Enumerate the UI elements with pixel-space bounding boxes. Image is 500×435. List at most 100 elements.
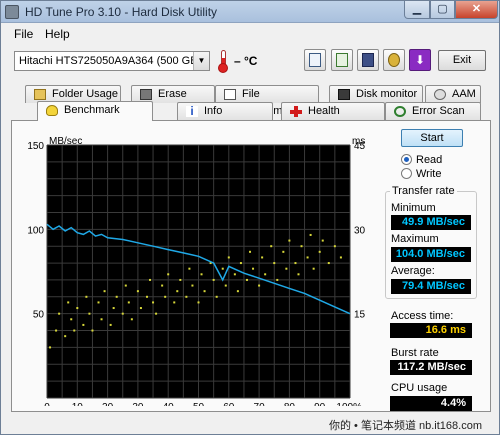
tab-info[interactable]: i Info [177, 102, 273, 120]
access-time-point [55, 329, 58, 332]
y-tick-left-label: 100 [27, 225, 44, 236]
tab-benchmark[interactable]: Benchmark [37, 101, 153, 121]
access-time-point [185, 295, 188, 298]
minimize-button[interactable]: ▁ [404, 1, 430, 19]
exit-button[interactable]: Exit [438, 50, 486, 71]
average-label: Average: [391, 265, 435, 277]
tab-file-benchmark[interactable]: File Benchmark [215, 85, 319, 117]
access-time-point [115, 295, 118, 298]
x-tick-label: 50 [193, 402, 205, 406]
access-time-point [152, 301, 155, 304]
access-time-point [312, 267, 315, 270]
x-tick-label: 70 [254, 402, 266, 406]
access-time-point [300, 245, 303, 248]
access-time-point [236, 290, 239, 293]
access-time-point [73, 329, 76, 332]
cpu-usage-label: CPU usage [391, 382, 448, 394]
access-time-point [270, 245, 273, 248]
access-time-point [261, 256, 264, 259]
access-time-point [282, 250, 285, 253]
options-button[interactable] [383, 49, 405, 71]
access-time-point [109, 323, 112, 326]
access-time-point [258, 284, 261, 287]
access-time-point [97, 301, 100, 304]
close-button[interactable]: ✕ [455, 1, 498, 19]
access-time-point [127, 301, 130, 304]
drive-select[interactable]: Hitachi HTS725050A9A364 (500 GB) ▼ [14, 51, 210, 71]
copy-info-button[interactable] [304, 49, 326, 71]
access-time-point [191, 284, 194, 287]
save-button[interactable] [357, 49, 379, 71]
access-time-point [173, 301, 176, 304]
chevron-down-icon[interactable]: ▼ [193, 52, 209, 70]
document-copy-icon [309, 53, 321, 67]
tab-label: Disk monitor [356, 88, 418, 100]
access-time-point [179, 278, 182, 281]
access-time-point [203, 290, 206, 293]
access-time-point [64, 335, 67, 338]
minimum-label: Minimum [391, 202, 436, 214]
y-tick-left-label: 150 [27, 141, 44, 152]
transfer-rate-group: Transfer rate Minimum 49.9 MB/sec Maximu… [385, 185, 477, 299]
read-radio[interactable]: Read [401, 154, 442, 166]
x-tick-label: 90 [314, 402, 326, 406]
access-time-point [112, 307, 115, 310]
window-title: HD Tune Pro 3.10 - Hard Disk Utility [25, 5, 218, 19]
access-time-point [215, 295, 218, 298]
tab-aam[interactable]: AAM [425, 85, 481, 103]
access-time-point [200, 273, 203, 276]
app-icon [5, 5, 19, 19]
access-time-point [121, 312, 124, 315]
floppy-disk-icon [362, 53, 374, 67]
access-time-point [130, 318, 133, 321]
trash-icon [140, 89, 152, 100]
tab-health[interactable]: Health [281, 102, 385, 120]
x-tick-label: 40 [163, 402, 175, 406]
tab-error-scan[interactable]: Error Scan [385, 102, 481, 120]
access-time-point [164, 295, 167, 298]
access-time-point [224, 284, 227, 287]
menu-help[interactable]: Help [45, 27, 70, 41]
access-time-point [88, 312, 91, 315]
write-label: Write [416, 168, 442, 180]
access-time-point [252, 267, 255, 270]
folder-icon [34, 89, 46, 100]
start-button[interactable]: Start [401, 129, 463, 147]
copy-text-button[interactable] [331, 49, 353, 71]
read-label: Read [416, 154, 443, 166]
access-time-point [318, 250, 321, 253]
access-time-point [176, 290, 179, 293]
thermometer-icon [218, 50, 228, 73]
y-tick-right-label: 30 [354, 225, 366, 236]
access-time-point [145, 295, 148, 298]
access-time-point [264, 273, 267, 276]
write-radio[interactable]: Write [401, 168, 441, 180]
maximize-button[interactable]: ▢ [430, 1, 455, 19]
tab-label: Health [308, 105, 340, 117]
access-time-point [139, 307, 142, 310]
maximum-label: Maximum [391, 233, 439, 245]
access-time-point [136, 290, 139, 293]
access-time-point [327, 262, 330, 265]
health-cross-icon [290, 106, 302, 117]
access-time-point [339, 256, 342, 259]
menu-file[interactable]: File [14, 27, 33, 41]
maximum-value: 104.0 MB/sec [391, 247, 471, 262]
access-time-point [197, 301, 200, 304]
title-bar[interactable]: HD Tune Pro 3.10 - Hard Disk Utility ▁ ▢… [1, 1, 499, 23]
tab-label: Info [204, 105, 223, 117]
access-time-point [239, 262, 242, 265]
gear-icon [388, 53, 400, 67]
cpu-usage-value: 4.4% [390, 396, 472, 411]
tab-disk-monitor[interactable]: Disk monitor [329, 85, 423, 103]
access-time-point [285, 267, 288, 270]
y-axis-left-title: MB/sec [49, 136, 82, 147]
access-time-point [221, 267, 224, 270]
download-button[interactable]: ⬇ [409, 49, 431, 71]
tab-label: Folder Usage [52, 88, 119, 100]
benchmark-chart: MB/secms50100150153045010203040506070809… [27, 136, 366, 406]
access-time-point [124, 284, 127, 287]
radio-checked-icon [401, 154, 412, 165]
radio-unchecked-icon [401, 168, 412, 179]
y-tick-right-label: 45 [354, 141, 366, 152]
